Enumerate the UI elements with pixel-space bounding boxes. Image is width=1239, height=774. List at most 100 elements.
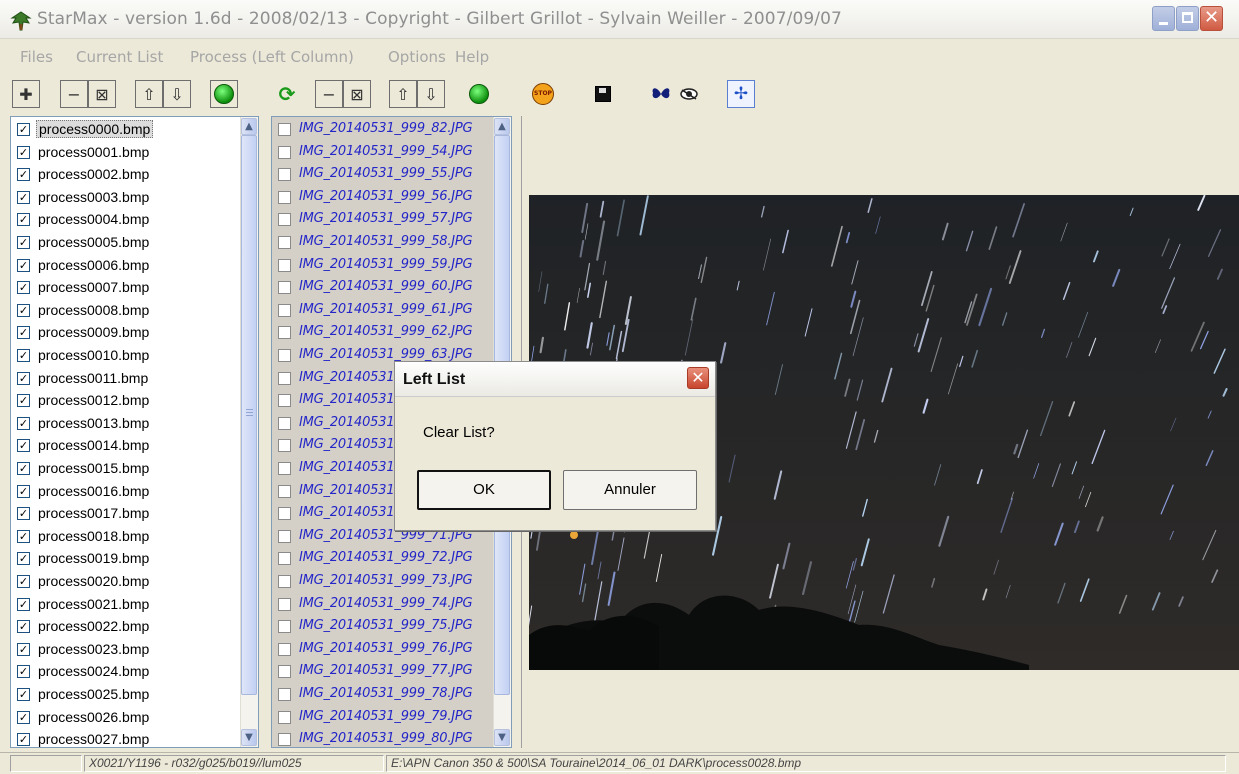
- list-item[interactable]: ✓process0011.bmp: [11, 368, 258, 390]
- list-item[interactable]: IMG_20140531_999_75.JPG: [272, 616, 511, 638]
- scroll-up-arrow[interactable]: ▲: [494, 118, 510, 135]
- list-item[interactable]: IMG_20140531_999_55.JPG: [272, 164, 511, 186]
- item-checkbox[interactable]: ✓: [17, 191, 30, 204]
- item-checkbox[interactable]: [278, 168, 291, 181]
- list-item[interactable]: ✓process0019.bmp: [11, 548, 258, 570]
- scroll-down-arrow[interactable]: ▼: [494, 729, 510, 746]
- list-item[interactable]: ✓process0016.bmp: [11, 481, 258, 503]
- maximize-button[interactable]: [1176, 6, 1199, 31]
- right-clear-list-button[interactable]: ⊠: [343, 80, 371, 108]
- stop-button[interactable]: STOP: [529, 80, 557, 108]
- item-checkbox[interactable]: [278, 643, 291, 656]
- menu-files[interactable]: Files: [20, 48, 53, 66]
- menu-options[interactable]: Options: [388, 48, 446, 66]
- item-checkbox[interactable]: [278, 304, 291, 317]
- list-item[interactable]: ✓process0008.bmp: [11, 300, 258, 322]
- list-item[interactable]: ✓process0027.bmp: [11, 729, 258, 748]
- item-checkbox[interactable]: ✓: [17, 665, 30, 678]
- list-item[interactable]: ✓process0006.bmp: [11, 255, 258, 277]
- menu-process-left-column[interactable]: Process (Left Column): [190, 48, 354, 66]
- ok-button[interactable]: OK: [417, 470, 551, 510]
- list-item[interactable]: ✓process0002.bmp: [11, 164, 258, 186]
- list-item[interactable]: ✓process0015.bmp: [11, 458, 258, 480]
- item-checkbox[interactable]: ✓: [17, 552, 30, 565]
- move-tool-button[interactable]: ✢: [727, 80, 755, 108]
- item-checkbox[interactable]: ✓: [17, 281, 30, 294]
- item-checkbox[interactable]: ✓: [17, 349, 30, 362]
- item-checkbox[interactable]: ✓: [17, 620, 30, 633]
- item-checkbox[interactable]: ✓: [17, 439, 30, 452]
- item-checkbox[interactable]: [278, 665, 291, 678]
- move-down-button[interactable]: ⇩: [163, 80, 191, 108]
- item-checkbox[interactable]: ✓: [17, 598, 30, 611]
- item-checkbox[interactable]: ✓: [17, 146, 30, 159]
- left-file-list[interactable]: ✓process0000.bmp✓process0001.bmp✓process…: [10, 116, 259, 748]
- item-checkbox[interactable]: [278, 507, 291, 520]
- right-remove-item-button[interactable]: −: [315, 80, 343, 108]
- cancel-button[interactable]: Annuler: [563, 470, 697, 510]
- item-checkbox[interactable]: [278, 620, 291, 633]
- refresh-button[interactable]: ⟳: [273, 80, 301, 108]
- item-checkbox[interactable]: ✓: [17, 259, 30, 272]
- item-checkbox[interactable]: [278, 213, 291, 226]
- item-checkbox[interactable]: [278, 394, 291, 407]
- item-checkbox[interactable]: ✓: [17, 326, 30, 339]
- list-item[interactable]: ✓process0014.bmp: [11, 435, 258, 457]
- dialog-close-button[interactable]: ✕: [687, 367, 709, 389]
- list-item[interactable]: IMG_20140531_999_77.JPG: [272, 661, 511, 683]
- list-item[interactable]: IMG_20140531_999_62.JPG: [272, 322, 511, 344]
- item-checkbox[interactable]: [278, 191, 291, 204]
- item-checkbox[interactable]: [278, 733, 291, 746]
- minimize-button[interactable]: [1152, 6, 1175, 31]
- scroll-thumb[interactable]: [241, 135, 257, 695]
- item-checkbox[interactable]: ✓: [17, 372, 30, 385]
- item-checkbox[interactable]: [278, 417, 291, 430]
- view-tool-button[interactable]: [675, 80, 703, 108]
- clear-list-button[interactable]: ⊠: [88, 80, 116, 108]
- butterfly-tool-button[interactable]: [647, 80, 675, 108]
- list-item[interactable]: IMG_20140531_999_59.JPG: [272, 255, 511, 277]
- item-checkbox[interactable]: ✓: [17, 688, 30, 701]
- list-item[interactable]: ✓process0020.bmp: [11, 571, 258, 593]
- add-files-button[interactable]: ✚: [12, 80, 40, 108]
- list-item[interactable]: ✓process0017.bmp: [11, 503, 258, 525]
- right-run-button[interactable]: [465, 80, 493, 108]
- item-checkbox[interactable]: [278, 349, 291, 362]
- close-button[interactable]: ✕: [1200, 6, 1223, 31]
- item-checkbox[interactable]: [278, 688, 291, 701]
- item-checkbox[interactable]: [278, 485, 291, 498]
- item-checkbox[interactable]: ✓: [17, 168, 30, 181]
- item-checkbox[interactable]: ✓: [17, 213, 30, 226]
- move-up-button[interactable]: ⇧: [135, 80, 163, 108]
- item-checkbox[interactable]: [278, 598, 291, 611]
- menu-current-list[interactable]: Current List: [76, 48, 163, 66]
- list-item[interactable]: ✓process0012.bmp: [11, 390, 258, 412]
- item-checkbox[interactable]: ✓: [17, 507, 30, 520]
- item-checkbox[interactable]: ✓: [17, 733, 30, 746]
- list-item[interactable]: IMG_20140531_999_82.JPG: [272, 119, 511, 141]
- item-checkbox[interactable]: ✓: [17, 417, 30, 430]
- list-item[interactable]: IMG_20140531_999_79.JPG: [272, 707, 511, 729]
- list-item[interactable]: ✓process0005.bmp: [11, 232, 258, 254]
- left-list-scrollbar[interactable]: ▲ ▼: [240, 117, 258, 747]
- list-item[interactable]: IMG_20140531_999_60.JPG: [272, 277, 511, 299]
- right-move-up-button[interactable]: ⇧: [389, 80, 417, 108]
- item-checkbox[interactable]: ✓: [17, 394, 30, 407]
- list-item[interactable]: IMG_20140531_999_80.JPG: [272, 729, 511, 748]
- item-checkbox[interactable]: [278, 530, 291, 543]
- item-checkbox[interactable]: [278, 462, 291, 475]
- list-item[interactable]: IMG_20140531_999_56.JPG: [272, 187, 511, 209]
- list-item[interactable]: ✓process0023.bmp: [11, 639, 258, 661]
- item-checkbox[interactable]: [278, 281, 291, 294]
- save-button[interactable]: [589, 80, 617, 108]
- list-item[interactable]: ✓process0009.bmp: [11, 322, 258, 344]
- list-item[interactable]: ✓process0013.bmp: [11, 413, 258, 435]
- list-item[interactable]: ✓process0026.bmp: [11, 707, 258, 729]
- list-item[interactable]: ✓process0001.bmp: [11, 142, 258, 164]
- list-item[interactable]: IMG_20140531_999_58.JPG: [272, 232, 511, 254]
- list-item[interactable]: ✓process0010.bmp: [11, 345, 258, 367]
- list-item[interactable]: ✓process0004.bmp: [11, 209, 258, 231]
- item-checkbox[interactable]: [278, 326, 291, 339]
- item-checkbox[interactable]: ✓: [17, 236, 30, 249]
- item-checkbox[interactable]: ✓: [17, 462, 30, 475]
